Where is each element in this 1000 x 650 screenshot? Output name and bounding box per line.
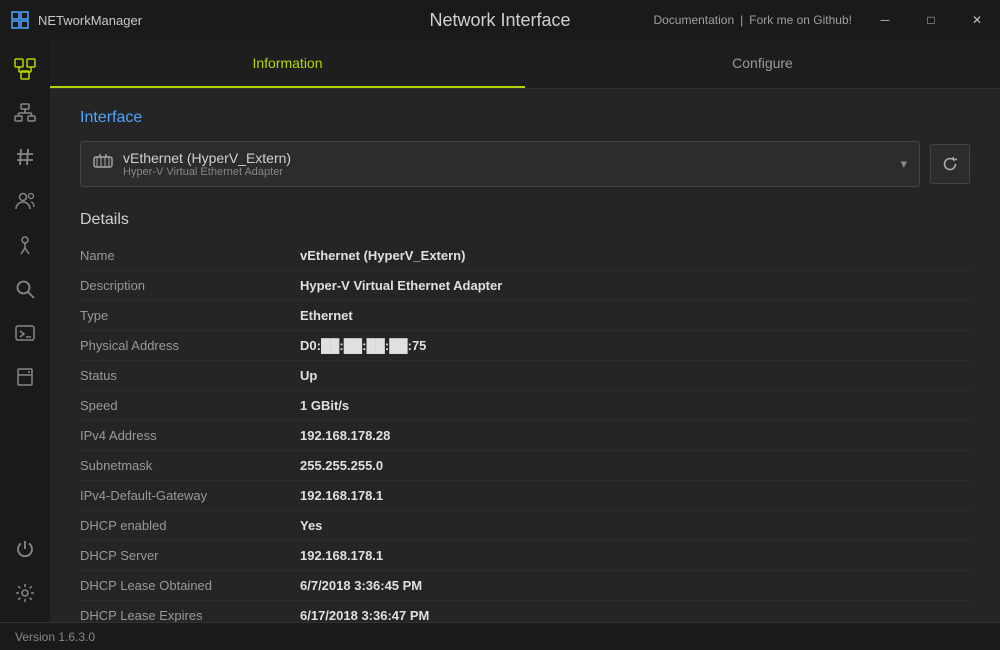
maximize-button[interactable]: □ (908, 0, 954, 40)
sidebar-item-network[interactable] (2, 48, 48, 90)
detail-value: Up (300, 368, 317, 383)
detail-value: 6/17/2018 3:36:47 PM (300, 608, 429, 622)
detail-value: 192.168.178.1 (300, 488, 383, 503)
title-bar-left: NETworkManager (10, 10, 142, 30)
detail-label: IPv4 Address (80, 428, 300, 443)
detail-value: 6/7/2018 3:36:45 PM (300, 578, 422, 593)
detail-value: 192.168.178.28 (300, 428, 390, 443)
table-row: Physical Address D0:██:██:██:██:75 (80, 331, 970, 361)
table-row: Status Up (80, 361, 970, 391)
version-label: Version 1.6.3.0 (15, 630, 95, 644)
table-row: IPv4-Default-Gateway 192.168.178.1 (80, 481, 970, 511)
table-row: Speed 1 GBit/s (80, 391, 970, 421)
table-row: DHCP enabled Yes (80, 511, 970, 541)
detail-value: 1 GBit/s (300, 398, 349, 413)
detail-label: DHCP Lease Expires (80, 608, 300, 622)
window-title: Network Interface (429, 10, 570, 31)
detail-value: vEthernet (HyperV_Extern) (300, 248, 465, 263)
details-title: Details (80, 211, 970, 229)
documentation-link[interactable]: Documentation (653, 13, 734, 27)
detail-label: DHCP Lease Obtained (80, 578, 300, 593)
detail-value: 192.168.178.1 (300, 548, 383, 563)
table-row: Description Hyper-V Virtual Ethernet Ada… (80, 271, 970, 301)
content-area: Information Configure Interface (50, 40, 1000, 622)
table-row: DHCP Server 192.168.178.1 (80, 541, 970, 571)
fork-link[interactable]: Fork me on Github! (749, 13, 852, 27)
detail-value: D0:██:██:██:██:75 (300, 338, 426, 353)
sidebar-item-terminal[interactable] (2, 312, 48, 354)
detail-label: Subnetmask (80, 458, 300, 473)
close-button[interactable]: ✕ (954, 0, 1000, 40)
detail-label: Speed (80, 398, 300, 413)
sidebar-item-tools[interactable] (2, 224, 48, 266)
detail-label: Physical Address (80, 338, 300, 353)
interface-dropdown[interactable]: vEthernet (HyperV_Extern) Hyper-V Virtua… (80, 141, 920, 187)
refresh-button[interactable] (930, 144, 970, 184)
detail-label: DHCP enabled (80, 518, 300, 533)
detail-label: DHCP Server (80, 548, 300, 563)
detail-label: Name (80, 248, 300, 263)
main-layout: Information Configure Interface (0, 40, 1000, 622)
app-icon (10, 10, 30, 30)
interface-selector-row: vEthernet (HyperV_Extern) Hyper-V Virtua… (80, 141, 970, 187)
tab-configure[interactable]: Configure (525, 40, 1000, 88)
table-row: Subnetmask 255.255.255.0 (80, 451, 970, 481)
sidebar-item-storage[interactable] (2, 356, 48, 398)
detail-value: 255.255.255.0 (300, 458, 383, 473)
table-row: Type Ethernet (80, 301, 970, 331)
network-adapter-icon (93, 154, 113, 175)
sidebar-item-settings[interactable] (2, 572, 48, 614)
detail-label: IPv4-Default-Gateway (80, 488, 300, 503)
table-row: IPv4 Address 192.168.178.28 (80, 421, 970, 451)
detail-label: Status (80, 368, 300, 383)
tabs: Information Configure (50, 40, 1000, 89)
status-bar: Version 1.6.3.0 (0, 622, 1000, 650)
title-bar: NETworkManager Network Interface Documen… (0, 0, 1000, 40)
details-section: Details Name vEthernet (HyperV_Extern) D… (80, 211, 970, 622)
minimize-button[interactable]: ─ (862, 0, 908, 40)
detail-label: Type (80, 308, 300, 323)
details-table: Name vEthernet (HyperV_Extern) Descripti… (80, 241, 970, 622)
tab-information[interactable]: Information (50, 40, 525, 88)
link-separator: | (740, 13, 743, 27)
title-bar-links: Documentation | Fork me on Github! (653, 13, 862, 27)
app-title: NETworkManager (38, 13, 142, 28)
interface-section-title: Interface (80, 109, 970, 127)
sidebar (0, 40, 50, 622)
sidebar-item-hierarchy[interactable] (2, 92, 48, 134)
interface-section: Interface (80, 109, 970, 187)
detail-value: Ethernet (300, 308, 353, 323)
sidebar-item-hash[interactable] (2, 136, 48, 178)
sidebar-item-users[interactable] (2, 180, 48, 222)
sidebar-item-power[interactable] (2, 528, 48, 570)
interface-name: vEthernet (HyperV_Extern) (123, 150, 291, 166)
detail-value: Yes (300, 518, 322, 533)
detail-label: Description (80, 278, 300, 293)
sidebar-item-search[interactable] (2, 268, 48, 310)
title-bar-right: Documentation | Fork me on Github! ─ □ ✕ (653, 0, 1000, 40)
table-row: Name vEthernet (HyperV_Extern) (80, 241, 970, 271)
table-row: DHCP Lease Expires 6/17/2018 3:36:47 PM (80, 601, 970, 622)
content-panel: Interface (50, 89, 1000, 622)
interface-sub: Hyper-V Virtual Ethernet Adapter (123, 166, 291, 178)
detail-value: Hyper-V Virtual Ethernet Adapter (300, 278, 502, 293)
table-row: DHCP Lease Obtained 6/7/2018 3:36:45 PM (80, 571, 970, 601)
dropdown-arrow-icon: ▾ (900, 156, 907, 172)
